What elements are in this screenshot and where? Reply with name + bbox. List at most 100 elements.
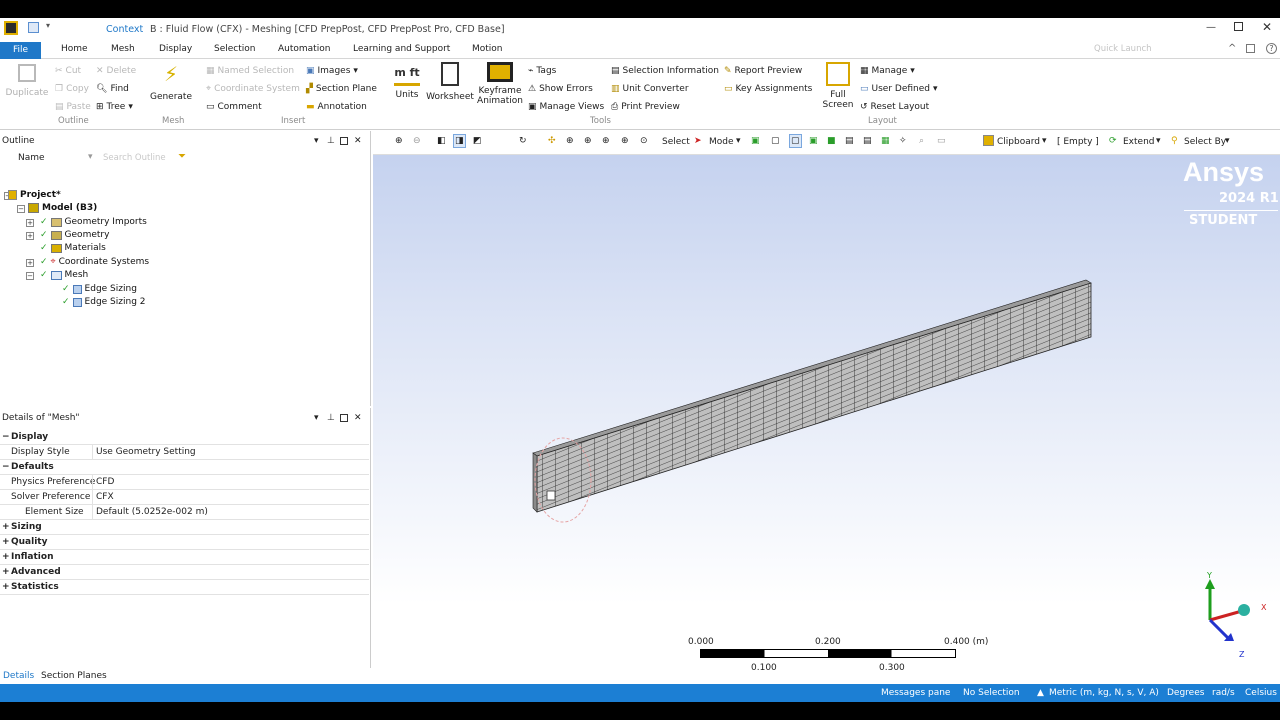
- duplicate-button[interactable]: Duplicate: [4, 64, 50, 98]
- tree-item-coordinate-systems[interactable]: ✓ ⌖ Coordinate Systems: [40, 257, 149, 267]
- zoom-icon[interactable]: ⊕: [566, 136, 574, 146]
- details-row-element-size[interactable]: Element Size Default (5.0252e-002 m): [0, 505, 369, 520]
- details-category-inflation[interactable]: + Inflation: [0, 550, 369, 565]
- collapse-toggle[interactable]: −: [26, 272, 34, 280]
- tags-button[interactable]: ⌁ Tags: [528, 66, 556, 76]
- details-category-defaults[interactable]: − Defaults: [0, 460, 369, 475]
- details-category-advanced[interactable]: + Advanced: [0, 565, 369, 580]
- select-node-icon[interactable]: ▤: [845, 136, 854, 146]
- magnifier-icon[interactable]: ⊕: [621, 136, 629, 146]
- expand-toggle[interactable]: +: [2, 580, 10, 595]
- tree-item-geometry[interactable]: ✓ Geometry: [40, 230, 109, 240]
- generate-button[interactable]: ⚡ Generate: [148, 62, 194, 102]
- pin-icon[interactable]: ⊥: [327, 410, 335, 426]
- maximize-icon[interactable]: [340, 414, 348, 422]
- full-screen-button[interactable]: Full Screen: [820, 62, 856, 110]
- select-button[interactable]: Select: [662, 137, 690, 147]
- details-row-physics-preference[interactable]: Physics Preference CFD: [0, 475, 369, 490]
- tab-file[interactable]: File: [0, 42, 41, 59]
- named-selection-button[interactable]: ▦ Named Selection: [206, 66, 294, 76]
- cut-button[interactable]: ✂ Cut: [55, 66, 81, 76]
- select-body-icon[interactable]: ▣: [809, 136, 818, 146]
- quick-access-dropdown-icon[interactable]: ▾: [46, 21, 50, 30]
- context-tab[interactable]: Context: [106, 24, 143, 35]
- mesh-model[interactable]: [373, 155, 1280, 684]
- manage-views-button[interactable]: ▣ Manage Views: [528, 102, 604, 112]
- select-by-dropdown[interactable]: Select By: [1184, 137, 1226, 147]
- zoom-in-icon[interactable]: ⊕: [395, 136, 403, 146]
- tab-mesh[interactable]: Mesh: [111, 44, 135, 54]
- filter-icon[interactable]: ⏷: [178, 151, 186, 162]
- temperature-unit-button[interactable]: Celsius: [1245, 688, 1277, 698]
- show-errors-button[interactable]: ⚠ Show Errors: [528, 84, 593, 94]
- mode-dropdown[interactable]: Mode: [709, 137, 734, 147]
- iso-view-icon[interactable]: ◧: [437, 136, 446, 146]
- tree-item-model[interactable]: Model (B3): [28, 203, 97, 213]
- search-icon[interactable]: ⊙: [640, 136, 648, 146]
- angle-unit-button[interactable]: Degrees: [1167, 688, 1204, 698]
- comment-button[interactable]: ▭ Comment: [206, 102, 262, 112]
- images-button[interactable]: ▣ Images ▾: [306, 66, 358, 76]
- units-button[interactable]: m ft Units: [392, 62, 422, 100]
- worksheet-button[interactable]: Worksheet: [426, 62, 474, 102]
- unit-system-button[interactable]: Metric (m, kg, N, s, V, A): [1049, 688, 1159, 698]
- collapse-toggle[interactable]: −: [17, 205, 25, 213]
- help-icon[interactable]: ?: [1266, 43, 1277, 54]
- pan-icon[interactable]: ✣: [548, 136, 556, 146]
- close-icon[interactable]: ✕: [354, 133, 362, 149]
- tab-display[interactable]: Display: [159, 44, 192, 54]
- coordinate-system-button[interactable]: ⌖ Coordinate System: [206, 84, 300, 94]
- expand-toggle[interactable]: +: [2, 535, 10, 550]
- keyframe-animation-button[interactable]: Keyframe Animation: [476, 62, 524, 106]
- expand-toggle[interactable]: +: [26, 259, 34, 267]
- delete-button[interactable]: ✕ Delete: [96, 66, 136, 76]
- zoom-to-fit-icon[interactable]: ⊕: [602, 136, 610, 146]
- expand-toggle[interactable]: +: [2, 550, 10, 565]
- unit-converter-button[interactable]: ▥ Unit Converter: [611, 84, 689, 94]
- expand-toggle[interactable]: +: [26, 232, 34, 240]
- collapse-ribbon-icon[interactable]: ^: [1228, 43, 1236, 54]
- select-vertex-icon[interactable]: ▣: [751, 136, 760, 146]
- save-icon[interactable]: [28, 22, 39, 33]
- user-defined-button[interactable]: ▭ User Defined ▾: [860, 84, 938, 94]
- shaded-view-icon[interactable]: ◨: [453, 134, 466, 148]
- tab-details[interactable]: Details: [3, 671, 34, 681]
- key-assignments-button[interactable]: ▭ Key Assignments: [724, 84, 812, 94]
- zoom-out-icon[interactable]: ⊖: [413, 136, 421, 146]
- wireframe-view-icon[interactable]: ◩: [473, 136, 482, 146]
- reset-layout-button[interactable]: ↺ Reset Layout: [860, 102, 929, 112]
- expand-toggle[interactable]: +: [26, 219, 34, 227]
- tree-item-edge-sizing-2[interactable]: ✓ Edge Sizing 2: [62, 297, 146, 307]
- angular-velocity-unit-button[interactable]: rad/s: [1212, 688, 1235, 698]
- tab-selection[interactable]: Selection: [214, 44, 255, 54]
- select-edge-icon[interactable]: ▢: [771, 136, 780, 146]
- selection-information-button[interactable]: ▤ Selection Information: [611, 66, 719, 76]
- expand-toggle[interactable]: +: [2, 520, 10, 535]
- name-column-header[interactable]: Name ▾: [0, 150, 100, 166]
- maximize-icon[interactable]: [340, 137, 348, 145]
- graphics-viewport[interactable]: Ansys 2024 R1 STUDENT 0.000 0.200 0.400 …: [373, 155, 1280, 684]
- pane-menu-icon[interactable]: ▾: [314, 133, 319, 149]
- tab-motion[interactable]: Motion: [472, 44, 503, 54]
- details-row-solver-preference[interactable]: Solver Preference CFX: [0, 490, 369, 505]
- tree-item-project[interactable]: Project*: [8, 190, 61, 200]
- tab-section-planes[interactable]: Section Planes: [41, 671, 107, 681]
- select-mesh-icon[interactable]: ▦: [881, 136, 890, 146]
- tree-item-edge-sizing[interactable]: ✓ Edge Sizing: [62, 284, 137, 294]
- tree-button[interactable]: ⊞ Tree ▾: [96, 102, 133, 112]
- tab-home[interactable]: Home: [61, 44, 88, 54]
- details-category-quality[interactable]: + Quality: [0, 535, 369, 550]
- tree-item-mesh[interactable]: ✓ Mesh: [40, 270, 88, 280]
- paste-button[interactable]: ▤ Paste: [55, 102, 91, 112]
- extend-dropdown[interactable]: Extend: [1123, 137, 1155, 147]
- close-button[interactable]: ✕: [1262, 20, 1272, 34]
- details-category-display[interactable]: − Display: [0, 430, 369, 445]
- show-icon[interactable]: ▭: [937, 136, 946, 146]
- report-preview-button[interactable]: ✎ Report Preview: [724, 66, 802, 76]
- quick-launch-input[interactable]: Quick Launch: [1094, 44, 1222, 54]
- restore-button[interactable]: [1234, 22, 1243, 31]
- manage-button[interactable]: ▦ Manage ▾: [860, 66, 915, 76]
- tab-learning-and-support[interactable]: Learning and Support: [353, 44, 450, 54]
- section-plane-button[interactable]: ▞ Section Plane: [306, 84, 377, 94]
- select-face-icon[interactable]: ▢: [789, 134, 802, 148]
